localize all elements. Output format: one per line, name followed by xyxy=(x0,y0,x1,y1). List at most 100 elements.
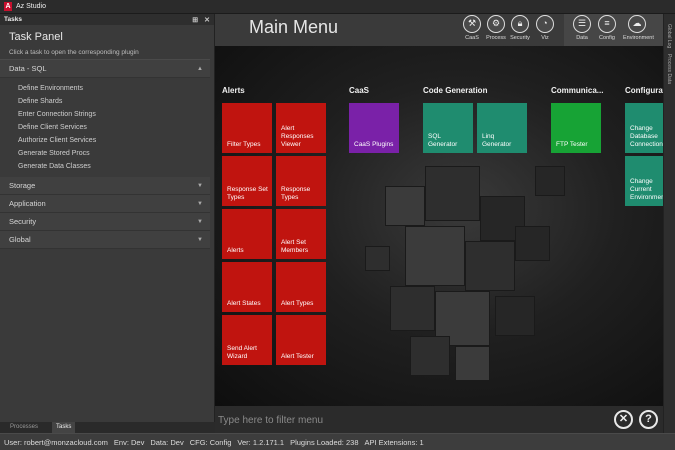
background-cube xyxy=(495,296,535,336)
tab-process-data[interactable]: Process Data xyxy=(666,54,672,84)
close-circle-button[interactable]: ✕ xyxy=(614,410,633,429)
group-label: Security xyxy=(9,217,37,226)
task-enter-connection-strings[interactable]: Enter Connection Strings xyxy=(18,108,214,121)
tile-change-database-connection[interactable]: Change Database Connection xyxy=(625,103,663,153)
tile-change-current-environment[interactable]: Change Current Environment xyxy=(625,156,663,206)
tile-filter-types[interactable]: Filter Types xyxy=(222,103,272,153)
status-env: Env: Dev xyxy=(113,437,145,447)
filter-menu-input[interactable] xyxy=(218,413,598,427)
tile-alert-responses-viewer[interactable]: Alert Responses Viewer xyxy=(276,103,326,153)
tile-area: Alerts CaaS Code Generation Communica...… xyxy=(215,46,663,406)
tile-label: Alert Set Members xyxy=(281,239,309,254)
tile-response-types[interactable]: Response Types xyxy=(276,156,326,206)
toolbar-label: Config xyxy=(599,35,615,41)
tile-alert-types[interactable]: Alert Types xyxy=(276,262,326,312)
chevron-down-icon: ▼ xyxy=(197,218,203,225)
background-cube xyxy=(405,226,465,286)
tasks-panel-header: Tasks ⊞ ✕ xyxy=(0,14,214,25)
toolbar-data-button[interactable]: ☰ Data xyxy=(568,15,596,46)
gear-icon: ⚙ xyxy=(487,15,505,33)
status-data: Data: Dev xyxy=(150,437,184,447)
tab-processes[interactable]: Processes xyxy=(6,422,42,433)
close-icon[interactable]: ✕ xyxy=(204,16,210,24)
right-side-strip: Global Log Process Data xyxy=(663,14,675,433)
tile-sql-generator[interactable]: SQL Generator xyxy=(423,103,473,153)
group-header-security[interactable]: Security ▼ xyxy=(0,213,210,231)
tasks-panel: Tasks ⊞ ✕ Task Panel Click a task to ope… xyxy=(0,14,215,433)
background-cube xyxy=(365,246,390,271)
config-icon: ≡ xyxy=(598,15,616,33)
tile-label: Change Current Environment xyxy=(630,178,663,201)
tile-label: SQL Generator xyxy=(428,133,458,148)
task-authorize-client-services[interactable]: Authorize Client Services xyxy=(18,134,214,147)
group-items-data-sql: Define Environments Define Shards Enter … xyxy=(0,78,214,177)
tile-alert-states[interactable]: Alert States xyxy=(222,262,272,312)
main-menu-area: Main Menu ⚒ CaaS ⚙ Process 🔒︎ Security ◔… xyxy=(215,14,663,433)
chevron-up-icon: ▲ xyxy=(197,65,203,72)
group-label: Storage xyxy=(9,181,36,190)
chevron-down-icon: ▼ xyxy=(197,200,203,207)
tile-caas-plugins[interactable]: CaaS Plugins xyxy=(349,103,399,153)
tile-label: Alerts xyxy=(227,247,244,254)
column-title-alerts: Alerts xyxy=(222,86,245,95)
background-cube xyxy=(515,226,550,261)
tile-alert-tester[interactable]: Alert Tester xyxy=(276,315,326,365)
filter-bar: ✕ ? xyxy=(215,406,663,433)
background-cube xyxy=(455,346,490,381)
tile-alerts[interactable]: Alerts xyxy=(222,209,272,259)
help-button[interactable]: ? xyxy=(639,410,658,429)
tile-label: Alert Responses Viewer xyxy=(281,125,314,148)
tab-tasks[interactable]: Tasks xyxy=(52,422,76,433)
task-define-environments[interactable]: Define Environments xyxy=(18,82,214,95)
cloud-icon: ☁ xyxy=(628,15,646,33)
background-cube xyxy=(390,286,435,331)
pin-icon[interactable]: ⊞ xyxy=(192,16,198,24)
toolbar-security-button[interactable]: 🔒︎ Security xyxy=(506,15,534,46)
group-header-data-sql[interactable]: Data - SQL ▲ xyxy=(0,60,210,78)
tile-label: Response Set Types xyxy=(227,186,268,201)
tile-label: Alert States xyxy=(227,300,261,307)
task-panel-title: Task Panel xyxy=(9,31,63,43)
left-panel-tabs: Processes Tasks xyxy=(0,422,215,433)
status-api-extensions: API Extensions: 1 xyxy=(364,437,424,447)
tasks-panel-header-label: Tasks xyxy=(4,16,22,23)
hammer-icon: ⚒ xyxy=(463,15,481,33)
toolbar-config-button[interactable]: ≡ Config xyxy=(593,15,621,46)
tile-label: Send Alert Wizard xyxy=(227,345,257,360)
task-generate-stored-procs[interactable]: Generate Stored Procs xyxy=(18,147,214,160)
tile-ftp-tester[interactable]: FTP Tester xyxy=(551,103,601,153)
task-generate-data-classes[interactable]: Generate Data Classes xyxy=(18,160,214,173)
tab-global-log[interactable]: Global Log xyxy=(666,24,672,48)
column-title-caas: CaaS xyxy=(349,86,370,95)
tile-send-alert-wizard[interactable]: Send Alert Wizard xyxy=(222,315,272,365)
group-header-storage[interactable]: Storage ▼ xyxy=(0,177,210,195)
toolbar-label: Viz xyxy=(541,35,549,41)
window-title: Az Studio xyxy=(16,3,46,10)
tile-alert-set-members[interactable]: Alert Set Members xyxy=(276,209,326,259)
app-window: A Az Studio Tasks ⊞ ✕ Task Panel Click a… xyxy=(0,0,675,450)
background-cube xyxy=(410,336,450,376)
app-logo-icon: A xyxy=(4,2,12,11)
group-label: Application xyxy=(9,199,46,208)
task-define-client-services[interactable]: Define Client Services xyxy=(18,121,214,134)
title-bar: A Az Studio xyxy=(0,0,675,14)
chevron-down-icon: ▼ xyxy=(197,236,203,243)
tile-label: Response Types xyxy=(281,186,311,201)
database-icon: ☰ xyxy=(573,15,591,33)
tile-response-set-types[interactable]: Response Set Types xyxy=(222,156,272,206)
tile-linq-generator[interactable]: Linq Generator xyxy=(477,103,527,153)
status-bar: User: robert@monzacloud.com Env: Dev Dat… xyxy=(0,433,675,450)
tile-label: FTP Tester xyxy=(556,141,588,148)
column-title-configuration: Configurat xyxy=(625,86,663,95)
status-plugins-loaded: Plugins Loaded: 238 xyxy=(290,437,359,447)
toolbar-viz-button[interactable]: ◔ Viz xyxy=(531,15,559,46)
toolbar-environment-button[interactable]: ☁ Environment xyxy=(623,15,654,46)
group-header-application[interactable]: Application ▼ xyxy=(0,195,210,213)
task-panel-hint: Click a task to open the corresponding p… xyxy=(0,48,210,60)
lock-icon: 🔒︎ xyxy=(511,15,529,33)
page-title: Main Menu xyxy=(249,17,339,37)
chevron-down-icon: ▼ xyxy=(197,182,203,189)
group-header-global[interactable]: Global ▼ xyxy=(0,231,210,249)
task-define-shards[interactable]: Define Shards xyxy=(18,95,214,108)
status-version: Ver: 1.2.171.1 xyxy=(237,437,285,447)
